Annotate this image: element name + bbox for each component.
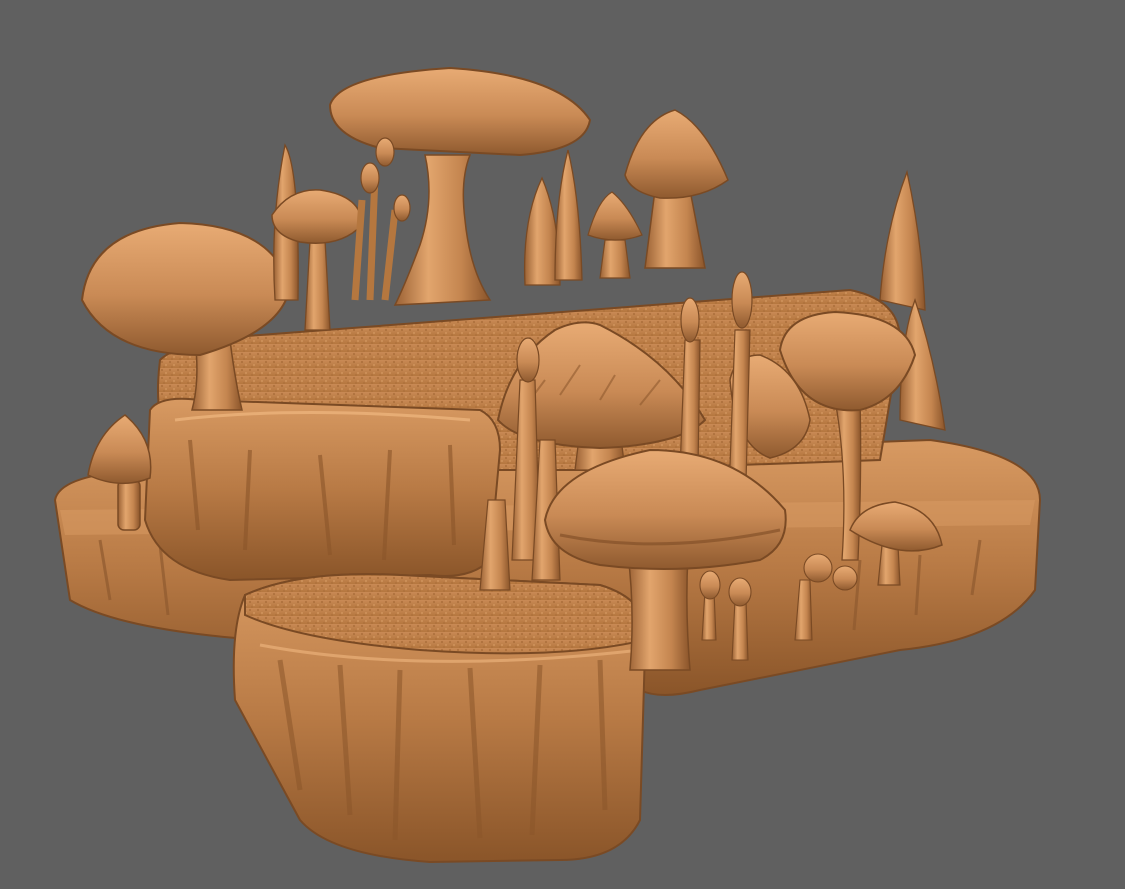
front-cliff-block <box>232 573 647 864</box>
3d-viewport[interactable] <box>0 0 1125 889</box>
back-left-cluster <box>271 137 411 331</box>
back-cone-mushroom <box>587 109 729 279</box>
sculpt-model-render <box>53 66 1042 864</box>
